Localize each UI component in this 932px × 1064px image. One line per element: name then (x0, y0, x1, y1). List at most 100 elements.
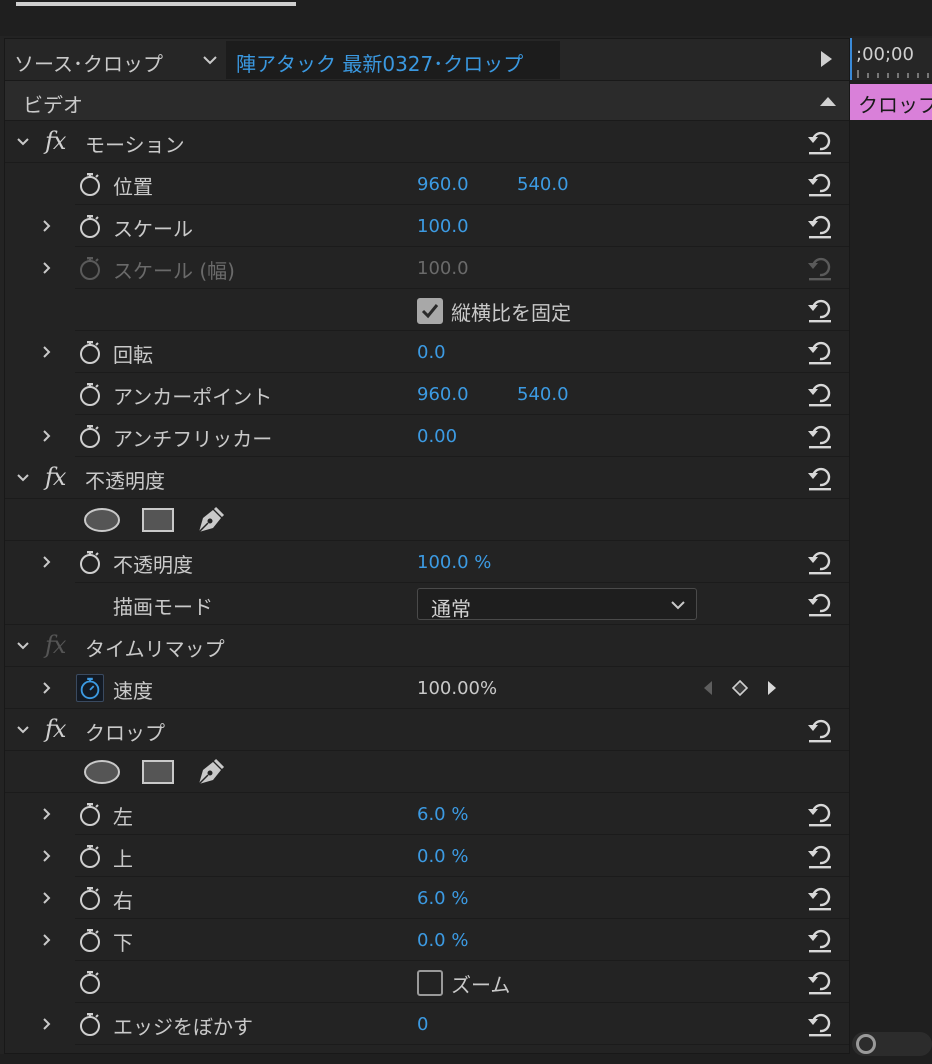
stopwatch-icon[interactable] (76, 926, 104, 954)
scale-value[interactable]: 100.0 (417, 216, 469, 237)
zoom-checkbox[interactable] (417, 970, 443, 996)
time-ruler[interactable]: ;00;00 (850, 38, 932, 80)
reset-icon[interactable] (805, 212, 835, 240)
anti-flicker-value[interactable]: 0.00 (417, 426, 457, 447)
reset-icon[interactable] (805, 968, 835, 996)
stopwatch-icon[interactable] (76, 422, 104, 450)
reset-icon[interactable] (805, 464, 835, 492)
property-crop-right: 右 6.0 % (5, 877, 849, 919)
scrollbar-handle[interactable] (856, 1034, 876, 1054)
property-scale: スケール 100.0 (5, 205, 849, 247)
chevron-down-icon[interactable] (15, 470, 31, 486)
property-scale-width: スケール (幅) 100.0 (5, 247, 849, 289)
reset-icon[interactable] (805, 800, 835, 828)
ellipse-mask-icon[interactable] (83, 759, 121, 785)
reset-icon[interactable] (805, 548, 835, 576)
previous-keyframe-icon[interactable] (701, 679, 715, 697)
stopwatch-icon[interactable] (76, 212, 104, 240)
rectangle-mask-icon[interactable] (141, 759, 175, 785)
position-x-value[interactable]: 960.0 (417, 174, 469, 195)
uniform-scale-checkbox[interactable] (417, 298, 443, 324)
reset-icon[interactable] (805, 128, 835, 156)
rectangle-mask-icon[interactable] (141, 507, 175, 533)
pen-mask-icon[interactable] (193, 756, 227, 788)
clip-name[interactable]: 陣アタック 最新0327･クロップ (236, 48, 523, 77)
reset-icon (808, 257, 831, 281)
collapse-up-icon[interactable] (819, 95, 837, 107)
crop-right-value[interactable]: 6.0 % (417, 888, 468, 909)
reset-icon[interactable] (805, 296, 835, 324)
chevron-down-icon[interactable] (15, 134, 31, 150)
stopwatch-icon[interactable] (76, 674, 104, 702)
reset-icon[interactable] (805, 380, 835, 408)
crop-left-value[interactable]: 6.0 % (417, 804, 468, 825)
reset-icon[interactable] (805, 1010, 835, 1038)
blend-mode-dropdown[interactable]: 通常 (417, 588, 697, 621)
chevron-right-icon[interactable] (39, 848, 55, 864)
anchor-y-value[interactable]: 540.0 (517, 384, 569, 405)
next-keyframe-icon[interactable] (765, 679, 779, 697)
speed-value[interactable]: 100.00% (417, 678, 497, 699)
chevron-right-icon[interactable] (39, 428, 55, 444)
reset-icon[interactable] (805, 716, 835, 744)
rotation-value[interactable]: 0.0 (417, 342, 446, 363)
fx-badge[interactable]: fx (45, 715, 66, 743)
position-y-value[interactable]: 540.0 (517, 174, 569, 195)
stopwatch-icon[interactable] (76, 170, 104, 198)
add-keyframe-icon[interactable] (731, 679, 749, 697)
timecode: ;00;00 (856, 44, 914, 65)
play-triangle-icon[interactable] (817, 49, 835, 69)
pen-mask-icon[interactable] (193, 504, 227, 536)
stopwatch-icon[interactable] (76, 800, 104, 828)
timeline-zoom-scrollbar[interactable] (852, 1032, 932, 1056)
effect-controls-panel: ソース･クロップ 陣アタック 最新0327･クロップ ビデオ fx モーション … (4, 38, 850, 1054)
chevron-down-icon[interactable] (15, 638, 31, 654)
fx-badge[interactable]: fx (45, 127, 66, 155)
property-label: 回転 (113, 343, 153, 367)
ruler-ticks (857, 70, 929, 78)
ellipse-mask-icon[interactable] (83, 507, 121, 533)
edge-feather-value[interactable]: 0 (417, 1014, 428, 1035)
stopwatch-icon[interactable] (76, 548, 104, 576)
property-crop-top: 上 0.0 % (5, 835, 849, 877)
panel-tab-bar (0, 0, 932, 36)
chevron-right-icon[interactable] (39, 680, 55, 696)
reset-icon[interactable] (805, 170, 835, 198)
chevron-right-icon[interactable] (39, 554, 55, 570)
opacity-mask-tools (5, 499, 849, 541)
clip-selector[interactable]: 陣アタック 最新0327･クロップ (226, 41, 560, 79)
anchor-x-value[interactable]: 960.0 (417, 384, 469, 405)
chevron-right-icon[interactable] (39, 260, 55, 276)
crop-bottom-value[interactable]: 0.0 % (417, 930, 468, 951)
reset-icon[interactable] (805, 590, 835, 618)
opacity-value[interactable]: 100.0 % (417, 552, 491, 573)
stopwatch-icon[interactable] (76, 884, 104, 912)
stopwatch-icon[interactable] (76, 968, 104, 996)
stopwatch-icon[interactable] (76, 338, 104, 366)
chevron-right-icon[interactable] (39, 932, 55, 948)
chevron-right-icon[interactable] (39, 1016, 55, 1032)
stopwatch-icon[interactable] (76, 1010, 104, 1038)
reset-icon[interactable] (805, 422, 835, 450)
chevron-down-icon[interactable] (15, 722, 31, 738)
chevron-right-icon[interactable] (39, 890, 55, 906)
property-label: 上 (113, 847, 133, 871)
chevron-right-icon[interactable] (39, 806, 55, 822)
fx-badge[interactable]: fx (45, 463, 66, 491)
playhead[interactable] (850, 38, 852, 80)
chevron-down-icon[interactable] (195, 47, 225, 73)
reset-icon[interactable] (805, 926, 835, 954)
property-label: 位置 (113, 175, 153, 199)
active-tab-indicator[interactable] (16, 2, 296, 6)
timeline-clip[interactable]: クロップ (850, 84, 932, 120)
scale-width-value: 100.0 (417, 258, 469, 279)
stopwatch-icon[interactable] (76, 842, 104, 870)
chevron-right-icon[interactable] (39, 218, 55, 234)
reset-icon[interactable] (805, 338, 835, 366)
stopwatch-icon[interactable] (76, 380, 104, 408)
crop-top-value[interactable]: 0.0 % (417, 846, 468, 867)
reset-icon[interactable] (805, 842, 835, 870)
reset-icon[interactable] (805, 884, 835, 912)
property-label: エッジをぼかす (113, 1015, 253, 1039)
chevron-right-icon[interactable] (39, 344, 55, 360)
